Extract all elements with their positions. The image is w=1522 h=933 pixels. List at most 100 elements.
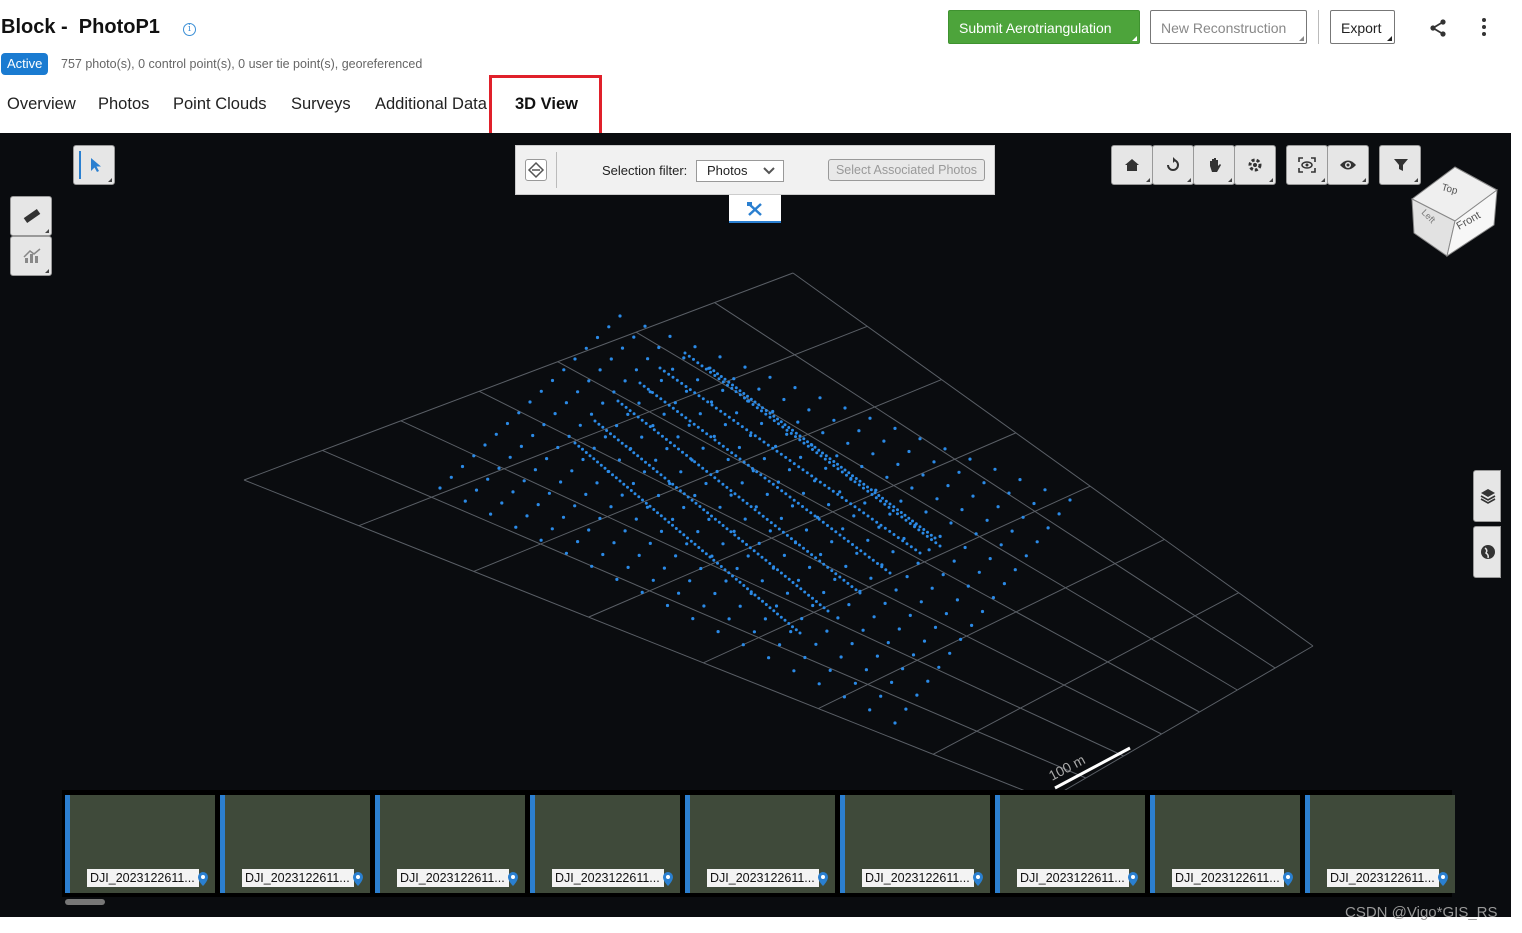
selection-bar-divider [556,152,557,188]
tab-additional-data[interactable]: Additional Data [375,95,487,114]
visibility-button[interactable] [1327,145,1369,185]
camera-point [745,501,749,505]
layers-panel-tab[interactable] [1473,470,1501,522]
3d-viewport[interactable]: 100 m Top Front Left Selection filter: P… [0,133,1511,917]
camera-point [851,543,854,546]
submit-aerotriangulation-button[interactable]: Submit Aerotriangulation [948,10,1140,44]
camera-point [777,422,780,426]
camera-point [926,679,930,683]
camera-point [577,444,581,448]
camera-point [725,485,729,489]
camera-point [667,372,671,376]
camera-point [751,403,755,406]
info-icon[interactable]: i [183,23,196,36]
camera-point [693,345,697,349]
camera-point [753,434,757,438]
more-vertical-icon[interactable] [1475,16,1493,38]
camera-point [648,541,652,545]
measure-tool-button[interactable] [10,196,52,236]
camera-point [921,531,925,535]
camera-point [713,438,717,442]
camera-point [759,473,763,477]
export-button[interactable]: Export [1330,10,1395,44]
camera-point [957,470,961,474]
globe-panel-tab[interactable] [1473,526,1501,578]
camera-point [667,520,671,524]
photo-thumbnail[interactable]: DJI_2023122611... [685,795,835,893]
camera-point [869,488,873,492]
filmstrip-scrollbar[interactable] [65,899,105,905]
camera-point [587,528,591,532]
photo-thumbnail[interactable]: DJI_2023122611... [220,795,370,893]
new-reconstruction-button[interactable]: New Reconstruction [1150,10,1307,44]
view-cube[interactable]: Top Front Left [1411,166,1498,258]
camera-point [721,444,725,448]
tab-surveys[interactable]: Surveys [291,95,351,114]
camera-point [855,551,859,555]
camera-point [607,325,611,329]
photo-thumbnail[interactable]: DJI_2023122611... [995,795,1145,893]
photo-thumbnail[interactable]: DJI_2023122611... [375,795,525,893]
camera-point [659,397,663,401]
camera-point [793,386,797,390]
tools-tab-button[interactable] [729,195,781,223]
profile-tool-button[interactable] [10,236,52,276]
camera-point [729,489,733,493]
camera-point [652,428,656,432]
camera-point [676,410,679,413]
pan-button[interactable] [1193,145,1235,185]
camera-point [741,539,745,543]
share-icon[interactable] [1428,18,1448,38]
photo-thumbnail[interactable]: DJI_2023122611... [1150,795,1300,893]
camera-point [633,492,637,496]
camera-point [721,524,725,527]
camera-point [794,431,798,435]
photo-thumbnail[interactable]: DJI_2023122611... [65,795,215,893]
camera-point [861,628,865,632]
select-tool-button[interactable] [73,145,115,185]
camera-point [836,467,840,471]
camera-point [765,492,769,496]
home-view-button[interactable] [1111,145,1153,185]
camera-point [764,603,768,606]
camera-point [682,356,686,360]
camera-point [803,655,807,660]
camera-point [909,545,913,549]
camera-point [843,468,847,472]
camera-point [665,603,670,608]
photo-thumbnail[interactable]: DJI_2023122611... [840,795,990,893]
camera-point [678,489,682,493]
camera-point [866,489,870,493]
camera-point [870,493,874,496]
camera-point [887,505,891,509]
camera-point [838,575,842,579]
camera-point [688,579,692,583]
camera-point [894,588,898,592]
selection-mode-button[interactable] [525,159,547,181]
focus-button[interactable] [1286,145,1328,185]
filter-button[interactable] [1379,145,1421,185]
photo-thumbnail[interactable]: DJI_2023122611... [1305,795,1455,893]
camera-point [664,437,668,441]
camera-point [809,511,813,515]
selection-filter-select[interactable]: Photos [696,160,784,182]
orbit-button[interactable] [1152,145,1194,185]
camera-point [862,482,866,486]
camera-point [784,455,788,459]
view-settings-button[interactable] [1234,145,1276,185]
camera-point [843,406,847,410]
camera-point [868,708,872,712]
tab-point-clouds[interactable]: Point Clouds [173,95,267,114]
tab-photos[interactable]: Photos [98,95,149,114]
location-pin-icon [508,872,518,886]
camera-point [819,454,823,458]
camera-point [617,458,622,462]
camera-point [632,451,636,455]
camera-point [768,415,772,419]
photo-thumbnail[interactable]: DJI_2023122611... [530,795,680,893]
select-associated-photos-button[interactable]: Select Associated Photos [828,159,985,181]
camera-point [536,503,540,507]
camera-point [746,587,749,591]
tab-overview[interactable]: Overview [7,95,76,114]
camera-point [505,421,510,426]
